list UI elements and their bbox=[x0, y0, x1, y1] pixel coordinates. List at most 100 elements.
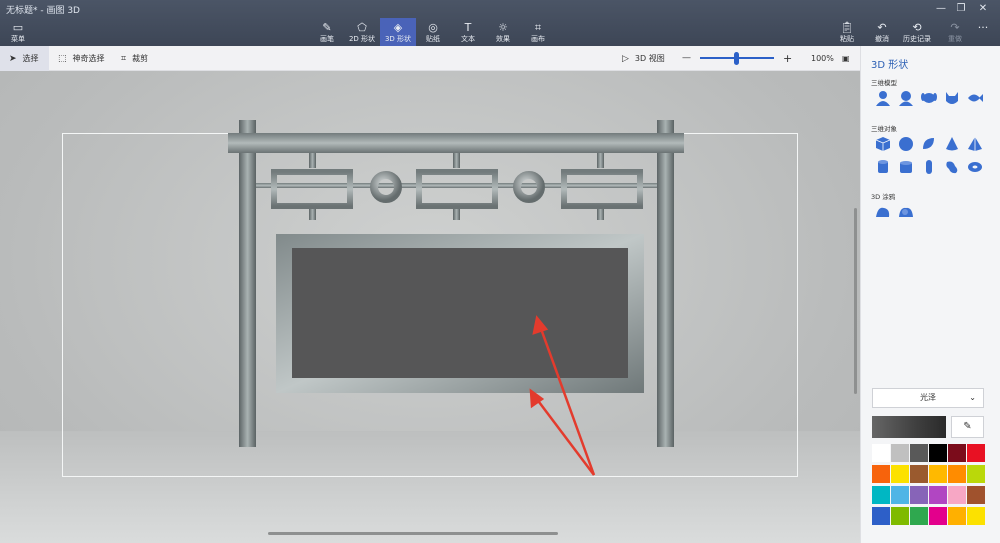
eyedropper-icon: ✎ bbox=[963, 421, 972, 432]
tab-2d-shapes[interactable]: ⬠ 2D 形状 bbox=[344, 18, 380, 46]
tube-icon[interactable] bbox=[897, 158, 915, 176]
color-swatch[interactable] bbox=[872, 486, 890, 504]
color-swatch[interactable] bbox=[910, 507, 928, 525]
tab-effects[interactable]: ☼ 效果 bbox=[485, 18, 521, 46]
history-icon: ⟲ bbox=[912, 21, 922, 34]
dog-model-icon[interactable] bbox=[920, 89, 938, 107]
tab-stickers[interactable]: ◎ 贴纸 bbox=[415, 18, 451, 46]
man-model-icon[interactable] bbox=[874, 89, 892, 107]
sign-board[interactable] bbox=[292, 248, 628, 378]
material-value: 光泽 bbox=[920, 393, 936, 402]
3d-shapes-icon: ◈ bbox=[393, 21, 403, 34]
tab-canvas[interactable]: ⌗ 画布 bbox=[520, 18, 556, 46]
gate-scene[interactable] bbox=[0, 71, 860, 543]
color-swatch[interactable] bbox=[929, 444, 947, 462]
text-icon: T bbox=[464, 21, 472, 34]
color-swatch[interactable] bbox=[948, 444, 966, 462]
chevron-down-icon: ⌄ bbox=[969, 393, 976, 402]
color-swatch[interactable] bbox=[967, 486, 985, 504]
fit-screen-icon[interactable]: ▣ bbox=[842, 46, 850, 71]
window-title: 无标题* - 画图 3D bbox=[6, 6, 80, 16]
donut-icon[interactable] bbox=[943, 158, 961, 176]
color-swatch[interactable] bbox=[948, 507, 966, 525]
torus-icon[interactable] bbox=[966, 158, 984, 176]
undo-button[interactable]: ↶ 撤消 bbox=[864, 18, 900, 46]
color-swatch[interactable] bbox=[872, 507, 890, 525]
minimize-button[interactable]: — bbox=[932, 2, 950, 16]
woman-model-icon[interactable] bbox=[897, 89, 915, 107]
folder-icon: ▭ bbox=[12, 21, 24, 34]
cursor-icon: ➤ bbox=[9, 54, 17, 64]
soft-edge-doodle-icon[interactable] bbox=[897, 203, 915, 221]
paste-label: 粘贴 bbox=[840, 35, 854, 43]
canvas-workspace[interactable] bbox=[0, 71, 860, 543]
material-dropdown[interactable]: 光泽 ⌄ bbox=[872, 388, 984, 408]
maximize-button[interactable]: ❐ bbox=[952, 2, 970, 16]
zoom-out-button[interactable]: — bbox=[682, 46, 691, 71]
color-swatch[interactable] bbox=[910, 444, 928, 462]
tab-canvas-label: 画布 bbox=[531, 35, 545, 43]
crop-icon: ⌗ bbox=[121, 54, 127, 64]
tab-3d-shapes[interactable]: ◈ 3D 形状 bbox=[380, 18, 416, 46]
eyedropper-button[interactable]: ✎ bbox=[951, 416, 984, 438]
close-button[interactable]: ✕ bbox=[974, 2, 992, 16]
color-swatch[interactable] bbox=[948, 465, 966, 483]
select-button[interactable]: ➤ 选择 bbox=[0, 46, 49, 71]
menu-label: 菜单 bbox=[11, 35, 25, 43]
top-beam[interactable] bbox=[228, 133, 684, 153]
color-swatch[interactable] bbox=[967, 444, 985, 462]
cylinder-icon[interactable] bbox=[874, 158, 892, 176]
vertical-scrollbar[interactable] bbox=[854, 208, 857, 394]
color-swatch[interactable] bbox=[891, 465, 909, 483]
color-swatch[interactable] bbox=[872, 444, 890, 462]
color-swatch[interactable] bbox=[891, 486, 909, 504]
right-post[interactable] bbox=[657, 120, 674, 447]
color-swatch[interactable] bbox=[891, 444, 909, 462]
color-swatch[interactable] bbox=[967, 507, 985, 525]
middle-bar bbox=[256, 183, 657, 188]
tab-brushes[interactable]: ✎ 画笔 bbox=[309, 18, 345, 46]
undo-icon: ↶ bbox=[877, 21, 887, 34]
zoom-in-button[interactable]: + bbox=[783, 46, 792, 71]
current-color-preview bbox=[872, 416, 946, 438]
paste-button[interactable]: 📋︎ 粘贴 bbox=[829, 18, 865, 46]
history-button[interactable]: ⟲ 历史记录 bbox=[899, 18, 935, 46]
cat-model-icon[interactable] bbox=[943, 89, 961, 107]
cube-icon[interactable] bbox=[874, 135, 892, 153]
view-3d-button[interactable]: ▷ 3D 视图 bbox=[622, 46, 665, 71]
menu-button[interactable]: ▭ 菜单 bbox=[0, 18, 36, 46]
color-swatch[interactable] bbox=[910, 486, 928, 504]
horizontal-scrollbar[interactable] bbox=[268, 532, 558, 535]
effects-icon: ☼ bbox=[498, 21, 508, 34]
title-bar: 无标题* - 画图 3D — ❐ ✕ ▭ 菜单 ✎ 画笔 ⬠ 2D 形状 ◈ 3… bbox=[0, 0, 1000, 46]
sphere-icon[interactable] bbox=[897, 135, 915, 153]
color-swatch[interactable] bbox=[891, 507, 909, 525]
color-swatch[interactable] bbox=[872, 465, 890, 483]
left-post[interactable] bbox=[239, 120, 256, 447]
hemisphere-icon[interactable] bbox=[920, 135, 938, 153]
magic-select-button[interactable]: ⬚ 神奇选择 bbox=[58, 46, 105, 71]
tab-stickers-label: 贴纸 bbox=[426, 35, 440, 43]
zoom-level: 100% bbox=[811, 54, 834, 63]
tab-text[interactable]: T 文本 bbox=[450, 18, 486, 46]
sharp-edge-doodle-icon[interactable] bbox=[874, 203, 892, 221]
canvas-toolbar: ➤ 选择 ⬚ 神奇选择 ⌗ 裁剪 ▷ 3D 视图 — + 100% ▣ bbox=[0, 46, 860, 71]
select-label: 选择 bbox=[22, 54, 39, 63]
magic-select-icon: ⬚ bbox=[58, 54, 67, 64]
color-swatch[interactable] bbox=[910, 465, 928, 483]
color-swatch[interactable] bbox=[948, 486, 966, 504]
crop-button[interactable]: ⌗ 裁剪 bbox=[121, 46, 148, 71]
more-button[interactable]: ··· bbox=[966, 18, 1000, 46]
color-swatch[interactable] bbox=[929, 507, 947, 525]
capsule-icon[interactable] bbox=[920, 158, 938, 176]
color-swatch[interactable] bbox=[929, 465, 947, 483]
side-panel: 3D 形状 三维模型 三维对象 3D 涂鸦 光泽 ⌄ ✎ bbox=[860, 46, 1000, 543]
magic-select-label: 神奇选择 bbox=[72, 54, 105, 63]
color-swatch[interactable] bbox=[967, 465, 985, 483]
cone-icon[interactable] bbox=[943, 135, 961, 153]
color-swatch[interactable] bbox=[929, 486, 947, 504]
zoom-slider-thumb[interactable] bbox=[734, 52, 739, 65]
fish-model-icon[interactable] bbox=[966, 89, 984, 107]
undo-label: 撤消 bbox=[875, 35, 889, 43]
pyramid-icon[interactable] bbox=[966, 135, 984, 153]
